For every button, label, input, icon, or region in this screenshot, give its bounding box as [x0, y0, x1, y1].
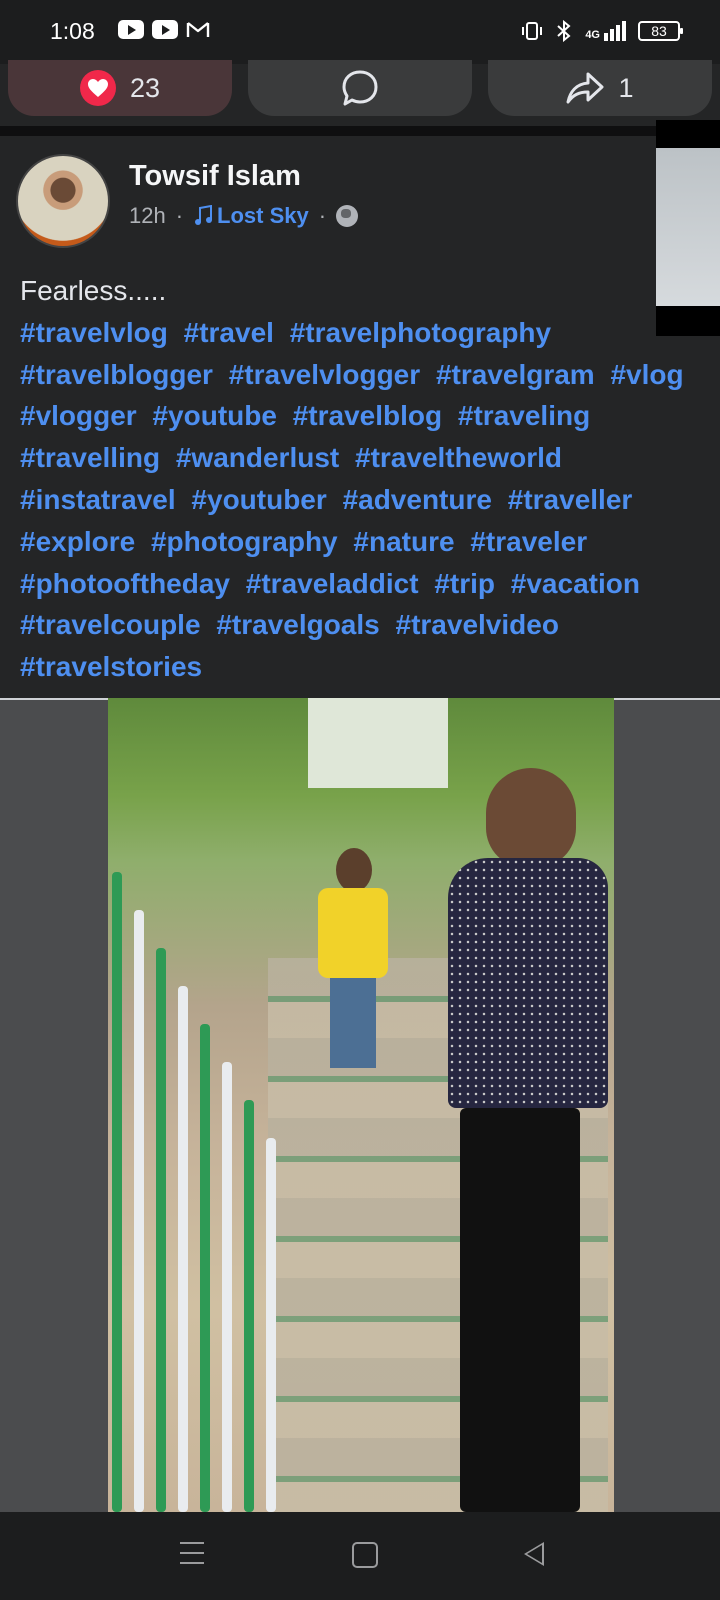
hashtag-link[interactable]: #instatravel [20, 484, 176, 515]
status-bar: 1:08 4G 83 [0, 0, 720, 64]
hashtag-link[interactable]: #traveltheworld [355, 442, 562, 473]
hashtag-link[interactable]: #vacation [511, 568, 640, 599]
network-type: 4G [585, 29, 600, 41]
system-nav-bar [0, 1512, 720, 1600]
gmail-icon [186, 21, 210, 37]
share-icon [566, 72, 604, 104]
hashtag-list: #travelvlog #travel #travelphotography #… [20, 312, 710, 688]
hashtag-link[interactable]: #trip [434, 568, 495, 599]
hashtag-link[interactable]: #explore [20, 526, 135, 557]
avatar[interactable] [16, 154, 110, 248]
youtube-icon [152, 20, 178, 39]
hashtag-link[interactable]: #travelgoals [216, 609, 379, 640]
music-title: Lost Sky [217, 203, 309, 228]
like-button[interactable]: 23 [8, 60, 232, 116]
separator-dot: · [318, 203, 327, 228]
heart-icon [79, 70, 116, 106]
like-count: 23 [129, 72, 161, 103]
video-person [438, 748, 614, 1512]
bluetooth-icon [557, 20, 571, 42]
hashtag-link[interactable]: #travelphotography [290, 317, 551, 348]
post-divider [0, 126, 720, 136]
hashtag-link[interactable]: #photooftheday [20, 568, 230, 599]
system-icons: 4G 83 [521, 20, 683, 42]
hashtag-link[interactable]: #traveling [458, 400, 590, 431]
post-author[interactable]: Towsif Islam [129, 160, 301, 193]
signal-4g-icon: 4G [585, 21, 626, 41]
hashtag-link[interactable]: #traveler [470, 526, 587, 557]
globe-icon [336, 205, 359, 227]
hashtag-link[interactable]: #travelgram [436, 359, 595, 390]
reaction-bar: 23 1 [0, 60, 720, 120]
hashtag-link[interactable]: #travelstories [20, 651, 202, 682]
hashtag-link[interactable]: #travelblogger [20, 359, 213, 390]
music-link[interactable]: Lost Sky [193, 203, 309, 229]
post-caption: Fearless..... #travelvlog #travel #trave… [20, 270, 710, 688]
video-child [318, 848, 388, 1068]
post-time: 12h [129, 203, 166, 228]
share-button[interactable]: 1 [488, 60, 712, 116]
youtube-icon [118, 20, 144, 39]
hashtag-link[interactable]: #travelvlogger [229, 359, 420, 390]
hashtag-link[interactable]: #traveladdict [246, 568, 419, 599]
hashtag-link[interactable]: #travel [184, 317, 274, 348]
battery-icon: 83 [638, 21, 683, 41]
post-video[interactable] [108, 698, 614, 1512]
hashtag-link[interactable]: #photography [151, 526, 338, 557]
back-icon[interactable] [524, 1542, 544, 1566]
menu-icon[interactable] [180, 1542, 204, 1572]
share-count: 1 [618, 72, 634, 103]
hashtag-link[interactable]: #travelcouple [20, 609, 201, 640]
hashtag-link[interactable]: #vlogger [20, 400, 137, 431]
separator-dot: · [175, 203, 184, 228]
hashtag-link[interactable]: #adventure [343, 484, 492, 515]
home-icon[interactable] [352, 1542, 378, 1568]
video-sky [308, 698, 448, 788]
hashtag-link[interactable]: #vlog [610, 359, 683, 390]
comment-button[interactable] [248, 60, 472, 116]
hashtag-link[interactable]: #traveller [508, 484, 633, 515]
music-note-icon [195, 205, 213, 225]
hashtag-link[interactable]: #wanderlust [176, 442, 339, 473]
hashtag-link[interactable]: #travelling [20, 442, 160, 473]
video-railing [108, 858, 298, 1512]
hashtag-link[interactable]: #youtube [152, 400, 276, 431]
comment-icon [342, 70, 378, 106]
hashtag-link[interactable]: #travelblog [293, 400, 442, 431]
hashtag-link[interactable]: #travelvlog [20, 317, 168, 348]
vibrate-icon [522, 22, 543, 40]
caption-text: Fearless..... [20, 275, 167, 306]
hashtag-link[interactable]: #travelvideo [396, 609, 559, 640]
hashtag-link[interactable]: #nature [353, 526, 454, 557]
hashtag-link[interactable]: #youtuber [191, 484, 326, 515]
status-time: 1:08 [50, 18, 95, 44]
notification-icons [118, 20, 210, 39]
post-meta: 12h · Lost Sky · [129, 203, 359, 229]
